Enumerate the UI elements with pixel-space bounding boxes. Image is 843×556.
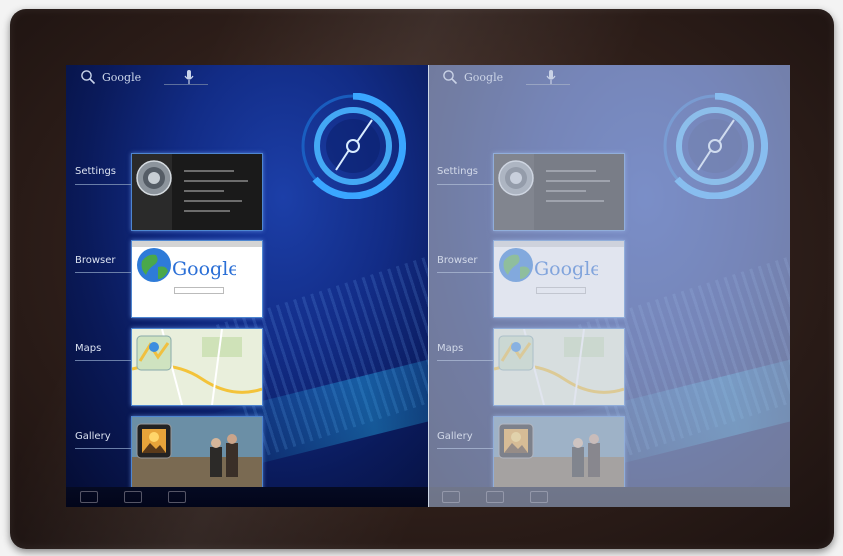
browser-globe-icon	[137, 248, 171, 282]
maps-app-icon	[498, 335, 534, 371]
recent-apps-icon[interactable]	[530, 491, 548, 503]
home-icon[interactable]	[486, 491, 504, 503]
google-logo-text: Google	[172, 258, 236, 280]
clock-widget[interactable]	[300, 93, 406, 199]
search-icon	[443, 70, 458, 85]
recent-apps-icon[interactable]	[168, 491, 186, 503]
search-icon	[81, 70, 96, 85]
home-icon[interactable]	[124, 491, 142, 503]
label-divider	[75, 360, 132, 361]
label-divider	[437, 184, 494, 185]
settings-row	[184, 190, 224, 192]
recent-app-label-gallery: Gallery	[437, 431, 473, 442]
back-icon[interactable]	[442, 491, 460, 503]
settings-app-icon	[498, 160, 534, 196]
settings-row	[546, 180, 610, 182]
google-logo: Google	[172, 258, 236, 280]
recent-app-maps[interactable]	[131, 328, 263, 406]
recent-app-label-settings: Settings	[437, 166, 479, 177]
clock-widget[interactable]	[662, 93, 768, 199]
screen-left: Google Settings Browser Google Maps Gall…	[66, 65, 428, 507]
google-logo-text: Google	[534, 258, 598, 280]
recent-app-label-settings: Settings	[75, 166, 117, 177]
google-search-box[interactable]: Google	[80, 69, 141, 85]
settings-row	[546, 170, 596, 172]
system-bar	[66, 487, 428, 507]
label-divider	[437, 272, 494, 273]
label-divider	[75, 272, 132, 273]
settings-row	[184, 170, 234, 172]
microphone-icon[interactable]	[546, 69, 556, 85]
recent-app-gallery[interactable]	[131, 416, 263, 494]
recent-app-settings[interactable]	[493, 153, 625, 231]
gallery-app-icon	[136, 423, 172, 459]
google-search-box[interactable]: Google	[442, 69, 503, 85]
settings-row	[546, 200, 604, 202]
recent-app-browser[interactable]: Google	[493, 240, 625, 318]
screen-right: Google Settings Browser Google Maps Gall…	[428, 65, 790, 507]
browser-globe-icon	[499, 248, 533, 282]
split-divider	[428, 65, 429, 507]
settings-row	[184, 180, 248, 182]
recent-app-browser[interactable]: Google	[131, 240, 263, 318]
recent-app-gallery[interactable]	[493, 416, 625, 494]
recent-app-label-maps: Maps	[75, 343, 102, 354]
label-divider	[437, 360, 494, 361]
label-divider	[437, 448, 494, 449]
recent-app-label-gallery: Gallery	[75, 431, 111, 442]
recent-app-label-maps: Maps	[437, 343, 464, 354]
gallery-app-icon	[498, 423, 534, 459]
maps-app-icon	[136, 335, 172, 371]
browser-search-field	[174, 287, 224, 294]
recent-app-settings[interactable]	[131, 153, 263, 231]
back-icon[interactable]	[80, 491, 98, 503]
label-divider	[75, 184, 132, 185]
recent-app-label-browser: Browser	[75, 255, 116, 266]
settings-row	[184, 210, 230, 212]
search-label: Google	[102, 70, 142, 84]
microphone-icon[interactable]	[184, 69, 194, 85]
search-label: Google	[464, 70, 504, 84]
settings-row	[546, 190, 586, 192]
label-divider	[75, 448, 132, 449]
system-bar	[428, 487, 790, 507]
recent-app-label-browser: Browser	[437, 255, 478, 266]
recent-app-maps[interactable]	[493, 328, 625, 406]
settings-row	[184, 200, 242, 202]
browser-search-field	[536, 287, 586, 294]
settings-app-icon	[136, 160, 172, 196]
google-logo: Google	[534, 258, 598, 280]
